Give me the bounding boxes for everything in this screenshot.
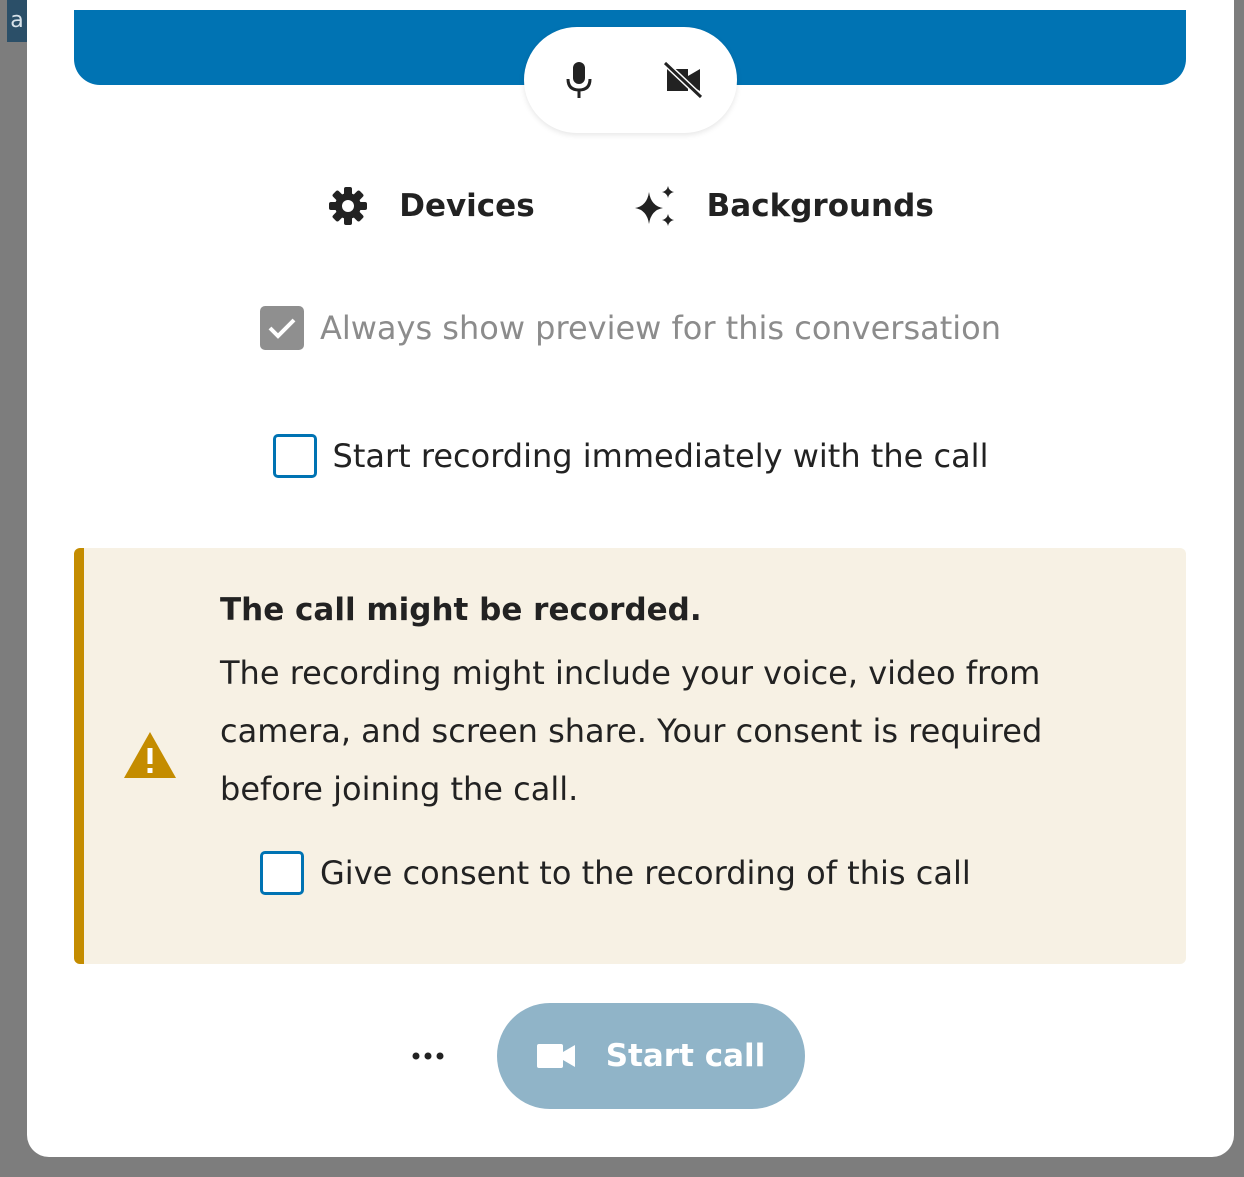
recording-consent-label: Give consent to the recording of this ca…	[320, 854, 971, 892]
settings-tabs: Devices Backgrounds	[27, 180, 1234, 232]
devices-button[interactable]: Devices	[327, 180, 535, 232]
start-recording-checkbox[interactable]	[272, 434, 317, 478]
sparkles-icon	[634, 186, 674, 226]
call-preview-dialog: Devices Backgrounds Always show preview …	[27, 0, 1234, 1157]
notice-body: The recording might include your voice, …	[220, 654, 1043, 808]
recording-warning-notice: The call might be recorded. The recordin…	[74, 548, 1186, 964]
more-options-icon	[412, 1052, 443, 1060]
recording-consent-option[interactable]: Give consent to the recording of this ca…	[260, 851, 971, 895]
checkmark-icon	[268, 318, 296, 339]
always-show-preview-option[interactable]: Always show preview for this conversatio…	[27, 306, 1234, 350]
microphone-toggle-button[interactable]	[551, 52, 607, 108]
dialog-footer: Start call	[27, 1003, 1234, 1109]
gear-icon	[329, 187, 368, 225]
start-recording-option[interactable]: Start recording immediately with the cal…	[27, 434, 1234, 478]
always-show-preview-checkbox[interactable]	[259, 306, 304, 350]
recording-consent-checkbox[interactable]	[260, 851, 304, 895]
microphone-icon	[566, 62, 591, 98]
start-recording-label: Start recording immediately with the cal…	[332, 437, 989, 475]
video-off-icon	[662, 61, 703, 99]
devices-label: Devices	[399, 188, 535, 224]
backgrounds-label: Backgrounds	[706, 188, 934, 224]
notice-title: The call might be recorded.	[220, 592, 702, 628]
more-options-button[interactable]	[397, 1025, 459, 1087]
warning-icon	[124, 732, 176, 778]
edge-tab: a	[7, 0, 27, 42]
start-call-button[interactable]: Start call	[496, 1003, 805, 1109]
backgrounds-button[interactable]: Backgrounds	[633, 180, 934, 232]
media-controls	[524, 27, 737, 133]
start-call-label: Start call	[605, 1038, 766, 1074]
camera-toggle-button[interactable]	[655, 52, 711, 108]
always-show-preview-label: Always show preview for this conversatio…	[319, 309, 1002, 347]
video-camera-icon	[536, 1044, 575, 1068]
